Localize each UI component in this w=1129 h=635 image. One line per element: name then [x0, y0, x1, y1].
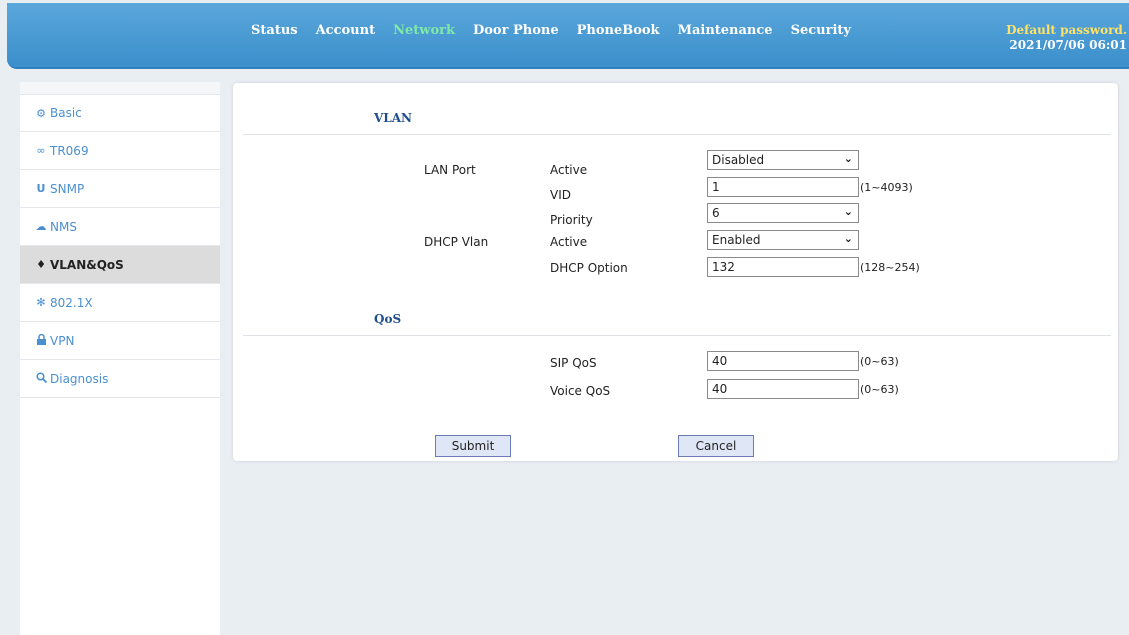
sip-qos-label: SIP QoS — [550, 356, 597, 370]
dhcp-vlan-label: DHCP Vlan — [424, 235, 489, 249]
lan-port-label: LAN Port — [424, 163, 476, 177]
cancel-button[interactable]: Cancel — [678, 435, 754, 457]
cloud-icon: ☁ — [35, 220, 47, 233]
sip-qos-input[interactable] — [707, 351, 859, 371]
lan-active-label: Active — [550, 163, 588, 177]
sidebar-item-diagnosis[interactable]: Diagnosis — [20, 360, 220, 398]
magnifier-icon — [34, 371, 48, 386]
sidebar-item-label: NMS — [50, 219, 77, 234]
nav-door-phone[interactable]: Door Phone — [464, 23, 568, 38]
sidebar-item-label: Diagnosis — [50, 371, 109, 386]
sidebar-item-nms[interactable]: ☁ NMS — [20, 208, 220, 246]
link-icon: ∞ — [36, 144, 46, 157]
lan-active-select[interactable]: Disabled — [707, 150, 859, 170]
sidebar: ⚙ Basic ∞ TR069 U SNMP ☁ NMS ♦ VLAN&QoS … — [20, 82, 220, 635]
lock-icon — [34, 333, 48, 348]
header-status: Default password. 2021/07/06 06:01 — [1006, 23, 1127, 52]
logo-area — [7, 3, 237, 67]
nav-network[interactable]: Network — [384, 23, 464, 38]
voice-qos-label: Voice QoS — [550, 384, 611, 398]
top-header: Status Account Network Door Phone PhoneB… — [7, 3, 1129, 69]
nav-account[interactable]: Account — [307, 23, 385, 38]
vid-label: VID — [550, 188, 571, 202]
vlan-divider — [243, 134, 1111, 135]
priority-select[interactable]: 6 — [707, 203, 859, 223]
sip-qos-hint: (0~63) — [860, 355, 899, 368]
dhcp-option-input[interactable] — [707, 257, 859, 277]
qos-section-title: QoS — [374, 312, 402, 326]
priority-label: Priority — [550, 213, 593, 227]
sidebar-item-basic[interactable]: ⚙ Basic — [20, 94, 220, 132]
dhcp-option-hint: (128~254) — [860, 261, 920, 274]
voice-qos-input[interactable] — [707, 379, 859, 399]
sidebar-item-label: VPN — [50, 333, 75, 348]
sidebar-item-label: TR069 — [50, 143, 89, 158]
vlan-qos-panel: VLAN LAN Port Active Disabled ⌄ VID (1~4… — [233, 83, 1118, 461]
main-nav: Status Account Network Door Phone PhoneB… — [242, 23, 860, 38]
dhcp-active-select[interactable]: Enabled — [707, 230, 859, 250]
sidebar-item-vpn[interactable]: VPN — [20, 322, 220, 360]
pin-icon: ♦ — [36, 258, 46, 271]
sidebar-item-label: VLAN&QoS — [50, 257, 124, 272]
snmp-icon: U — [36, 182, 46, 195]
vlan-section-title: VLAN — [374, 111, 413, 125]
submit-button[interactable]: Submit — [435, 435, 511, 457]
nav-security[interactable]: Security — [782, 23, 860, 38]
vid-hint: (1~4093) — [860, 181, 913, 194]
dhcp-option-label: DHCP Option — [550, 261, 628, 275]
priority-select-wrap: 6 ⌄ — [707, 203, 859, 223]
vid-input[interactable] — [707, 177, 859, 197]
dhcp-active-label: Active — [550, 235, 588, 249]
nav-phonebook[interactable]: PhoneBook — [568, 23, 669, 38]
header-datetime: 2021/07/06 06:01 — [1009, 38, 1127, 52]
sidebar-item-tr069[interactable]: ∞ TR069 — [20, 132, 220, 170]
sidebar-item-snmp[interactable]: U SNMP — [20, 170, 220, 208]
default-password-warning[interactable]: Default password. — [1006, 23, 1127, 37]
dhcp-active-select-wrap: Enabled ⌄ — [707, 230, 859, 250]
sidebar-item-label: 802.1X — [50, 295, 93, 310]
gear-people-icon: ⚙ — [36, 106, 46, 120]
sidebar-item-label: Basic — [50, 106, 82, 120]
qos-divider — [243, 335, 1111, 336]
voice-qos-hint: (0~63) — [860, 383, 899, 396]
nav-status[interactable]: Status — [242, 23, 307, 38]
lan-active-select-wrap: Disabled ⌄ — [707, 150, 859, 170]
sidebar-item-vlan-qos[interactable]: ♦ VLAN&QoS — [20, 246, 220, 284]
sidebar-item-8021x[interactable]: ✻ 802.1X — [20, 284, 220, 322]
asterisk-icon: ✻ — [36, 296, 46, 309]
sidebar-item-label: SNMP — [50, 181, 85, 196]
nav-maintenance[interactable]: Maintenance — [669, 23, 782, 38]
